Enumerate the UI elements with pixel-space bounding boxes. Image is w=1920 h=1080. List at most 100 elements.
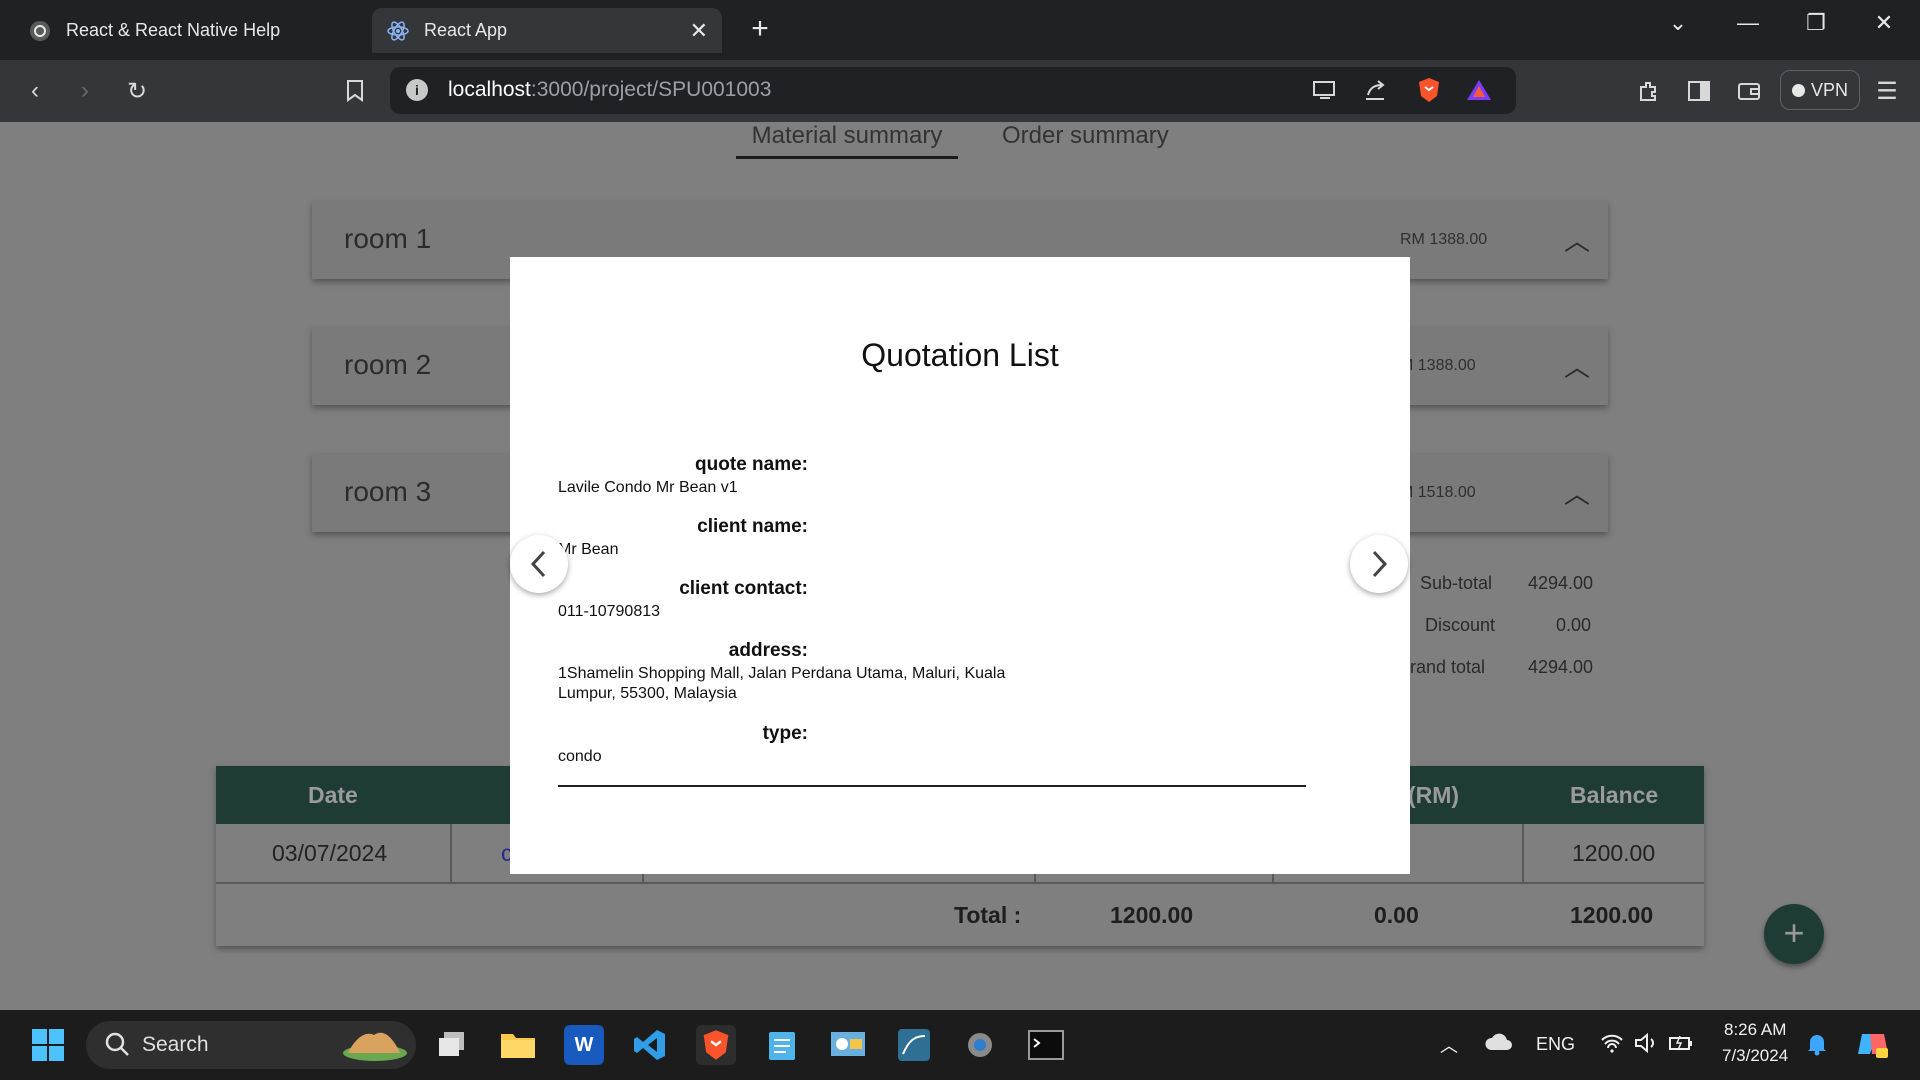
share-icon[interactable] — [1360, 75, 1390, 105]
restore-button[interactable]: ❐ — [1796, 10, 1836, 36]
chevron-up-tray-icon[interactable]: ︿ — [1440, 1032, 1458, 1058]
cell-divider — [1522, 824, 1524, 884]
back-arrow-icon[interactable]: ‹ — [20, 76, 50, 106]
field-client-name: client name: Mr Bean — [558, 516, 1258, 560]
next-button[interactable] — [1350, 535, 1408, 593]
site-info-icon[interactable]: i — [406, 79, 428, 101]
url-text[interactable]: localhost:3000/project/SPU001003 — [448, 78, 771, 102]
field-value: Mr Bean — [558, 541, 619, 558]
room-price: M 1518.00 — [1400, 484, 1476, 501]
room-price: M 1388.00 — [1400, 357, 1476, 374]
field-client-contact: client contact: 011-10790813 — [558, 578, 1258, 622]
header-balance: Balance — [1570, 782, 1659, 808]
field-value-line1: 1Shamelin Shopping Mall, Jalan Perdana U… — [558, 665, 1006, 682]
menu-icon[interactable]: ☰ — [1872, 76, 1902, 106]
notepad-icon[interactable] — [762, 1025, 802, 1065]
field-label: type: — [762, 723, 808, 744]
sidebar-icon[interactable] — [1684, 76, 1714, 106]
browser-tab-inactive[interactable]: React & React Native Help — [14, 8, 354, 53]
chevron-up-icon[interactable]: ︿ — [1564, 474, 1590, 511]
volume-icon[interactable] — [1634, 1032, 1658, 1059]
chevron-left-icon — [530, 550, 546, 578]
brave-rewards-icon[interactable] — [1464, 75, 1494, 105]
total-paid: 0.00 — [1374, 902, 1419, 928]
clock-time[interactable]: 8:26 AM — [1724, 1020, 1786, 1040]
taskbar-search[interactable]: Search — [86, 1021, 416, 1069]
field-label: quote name: — [695, 454, 808, 475]
chevron-up-icon[interactable]: ︿ — [1564, 221, 1590, 258]
battery-icon[interactable] — [1668, 1032, 1694, 1059]
bookmark-icon[interactable] — [340, 76, 370, 106]
reload-icon[interactable]: ↻ — [122, 76, 152, 106]
header-date: Date — [308, 782, 358, 808]
tab-order-summary[interactable]: Order summary — [1002, 122, 1169, 150]
windows-start-icon[interactable] — [28, 1025, 68, 1065]
browser-toolbar: ‹ › ↻ i localhost:3000/project/SPU001003… — [0, 60, 1920, 122]
quotation-modal: Quotation List quote name: Lavile Condo … — [510, 257, 1410, 874]
field-label: client name: — [697, 516, 808, 537]
browser-tab-bar: React & React Native Help React App ✕ + … — [0, 0, 1920, 60]
add-button[interactable]: + — [1764, 904, 1824, 964]
field-type: type: condo — [558, 723, 1258, 767]
vpn-button[interactable]: VPN — [1780, 70, 1860, 110]
wifi-icon[interactable] — [1600, 1032, 1624, 1059]
total-label: Total : — [954, 902, 1022, 928]
cell-divider — [450, 824, 452, 884]
mysql-workbench-icon[interactable] — [894, 1025, 934, 1065]
field-value: 011-10790813 — [558, 603, 661, 620]
wallet-icon[interactable] — [1734, 76, 1764, 106]
control-panel-icon[interactable] — [828, 1025, 868, 1065]
close-window-button[interactable]: ✕ — [1864, 10, 1904, 36]
chevron-right-icon — [1372, 550, 1388, 578]
previous-button[interactable] — [510, 535, 568, 593]
minimize-button[interactable]: — — [1728, 10, 1768, 36]
brave-browser-icon[interactable] — [696, 1025, 736, 1065]
subtotal-label: Sub-total — [1420, 573, 1493, 593]
field-value-line2: Lumpur, 55300, Malaysia — [558, 685, 737, 702]
word-icon[interactable]: W — [564, 1025, 604, 1065]
language-indicator[interactable]: ENG — [1536, 1034, 1575, 1055]
settings-gear-icon[interactable] — [960, 1025, 1000, 1065]
close-tab-icon[interactable]: ✕ — [690, 18, 708, 44]
terminal-icon[interactable] — [1026, 1025, 1066, 1065]
onedrive-cloud-icon[interactable] — [1484, 1032, 1514, 1057]
search-icon — [104, 1031, 130, 1062]
copilot-icon[interactable] — [1856, 1028, 1890, 1065]
field-value: condo — [558, 748, 602, 765]
clock-date[interactable]: 7/3/2024 — [1722, 1046, 1788, 1066]
room-price: RM 1388.00 — [1400, 231, 1488, 248]
search-highlight-icon — [340, 1027, 410, 1068]
forward-arrow-icon[interactable]: › — [70, 76, 100, 106]
grand-total-value: 4294.00 — [1528, 657, 1594, 677]
new-tab-button[interactable]: + — [742, 12, 778, 46]
cell-date: 03/07/2024 — [272, 840, 388, 866]
chevron-up-icon[interactable]: ︿ — [1564, 347, 1590, 384]
field-label: address: — [728, 640, 808, 661]
notification-bell-icon[interactable] — [1806, 1032, 1828, 1061]
cast-icon[interactable] — [1310, 75, 1340, 105]
field-label: client contact: — [679, 578, 808, 599]
file-explorer-icon[interactable] — [498, 1025, 538, 1065]
discount-label: Discount — [1425, 615, 1496, 635]
address-bar[interactable]: i localhost:3000/project/SPU001003 — [390, 67, 1516, 114]
discount-value: 0.00 — [1556, 615, 1592, 635]
total-amount: 1200.00 — [1110, 902, 1194, 928]
browser-tab-active[interactable]: React App ✕ — [372, 8, 722, 53]
tab-material-summary[interactable]: Material summary — [736, 122, 958, 159]
field-value: Lavile Condo Mr Bean v1 — [558, 479, 738, 496]
field-address: address: 1Shamelin Shopping Mall, Jalan … — [558, 640, 1258, 704]
header-rm: (RM) — [1408, 782, 1460, 808]
taskbar: Search W ︿ ENG 8:26 AM 7/3/2024 — [0, 1010, 1920, 1080]
subtotal-value: 4294.00 — [1528, 573, 1594, 593]
task-view-icon[interactable] — [432, 1025, 472, 1065]
openai-icon — [28, 19, 52, 43]
tab-search-chevron-icon[interactable]: ⌄ — [1658, 10, 1698, 36]
room-name: room 2 — [344, 349, 432, 380]
brave-shield-icon[interactable] — [1414, 75, 1444, 105]
vpn-status-icon — [1791, 83, 1805, 97]
room-name: room 3 — [344, 476, 432, 507]
room-name: room 1 — [344, 223, 432, 254]
tab-title: React App — [424, 20, 508, 40]
vscode-icon[interactable] — [630, 1025, 670, 1065]
extensions-icon[interactable] — [1634, 76, 1664, 106]
